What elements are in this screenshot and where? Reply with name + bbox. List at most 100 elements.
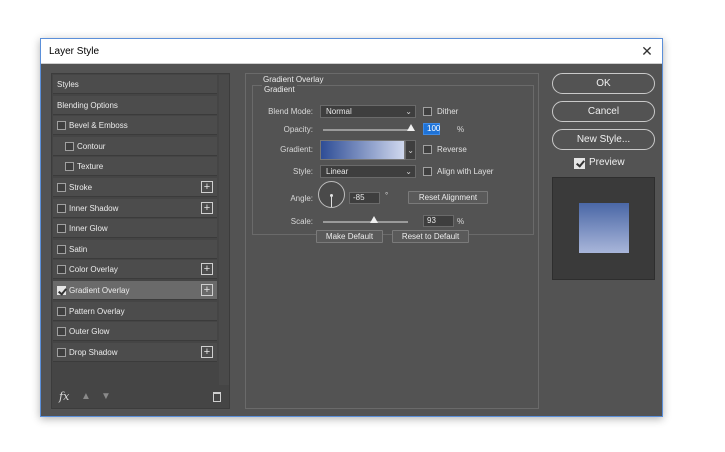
scale-input[interactable]: 93 [423, 215, 454, 227]
gradient-overlay-panel: Gradient Overlay Gradient Blend Mode: No… [245, 73, 539, 409]
add-effect-icon[interactable]: + [201, 284, 213, 296]
sidebar-item-label: Inner Shadow [69, 203, 119, 213]
move-down-icon[interactable]: ▼ [101, 391, 111, 402]
sidebar-item-blending-options[interactable]: Blending Options [53, 95, 217, 115]
dither-checkbox[interactable] [423, 107, 432, 116]
opacity-label: Opacity: [283, 125, 313, 134]
scale-label: Scale: [290, 217, 313, 226]
dither-label: Dither [437, 107, 459, 116]
sidebar-item-stroke[interactable]: Stroke + [53, 178, 217, 197]
cancel-button[interactable]: Cancel [552, 101, 655, 122]
sidebar-checkbox[interactable] [57, 224, 66, 234]
preview-swatch [579, 203, 629, 253]
dialog-title: Layer Style [49, 46, 100, 57]
chevron-down-icon: ⌄ [407, 146, 414, 155]
align-with-layer-label: Align with Layer [437, 167, 494, 176]
add-effect-icon[interactable]: + [201, 345, 213, 358]
sidebar-item-pattern-overlay[interactable]: Pattern Overlay [53, 301, 217, 321]
scale-slider-track[interactable] [323, 221, 408, 223]
ok-button[interactable]: OK [552, 73, 655, 94]
sidebar-item-label: Gradient Overlay [69, 286, 130, 295]
sidebar-checkbox[interactable] [57, 121, 66, 131]
sidebar-item-texture[interactable]: Texture [53, 157, 217, 177]
sidebar-item-gradient-overlay[interactable]: Gradient Overlay + [53, 281, 217, 300]
close-icon[interactable]: ✕ [638, 42, 656, 60]
chevron-down-icon: ⌄ [405, 167, 412, 176]
blend-mode-value: Normal [326, 107, 352, 116]
sidebar-scrollbar[interactable] [219, 75, 229, 385]
sidebar-item-label: Outer Glow [69, 327, 110, 337]
sidebar-item-label: Drop Shadow [69, 347, 118, 357]
sidebar-item-label: Color Overlay [69, 265, 118, 275]
align-with-layer-checkbox[interactable] [423, 167, 432, 176]
sidebar-checkbox[interactable] [57, 183, 66, 192]
sidebar-checkbox[interactable] [57, 286, 66, 295]
sidebar-footer: fx ▲ ▼ [53, 386, 229, 408]
style-label: Style: [292, 167, 313, 176]
angle-unit: ° [385, 191, 389, 200]
style-select[interactable]: Linear ⌄ [320, 165, 416, 178]
sidebar-item-drop-shadow[interactable]: Drop Shadow + [53, 342, 217, 362]
sidebar-checkbox[interactable] [65, 162, 74, 172]
sidebar-item-inner-shadow[interactable]: Inner Shadow + [53, 198, 217, 218]
section-title: Gradient Overlay [261, 75, 326, 84]
add-effect-icon[interactable]: + [201, 201, 213, 214]
opacity-input[interactable]: 100 [423, 123, 440, 135]
make-default-button[interactable]: Make Default [316, 230, 383, 243]
sidebar-item-label: Texture [77, 162, 104, 172]
opacity-slider-thumb[interactable] [407, 124, 415, 131]
chevron-down-icon: ⌄ [405, 107, 412, 116]
reverse-label: Reverse [437, 145, 467, 154]
angle-input[interactable]: -85 [349, 192, 380, 204]
sidebar-checkbox[interactable] [57, 347, 66, 357]
move-up-icon[interactable]: ▲ [81, 391, 91, 402]
sidebar-item-label: Bevel & Emboss [69, 121, 128, 131]
sidebar-item-bevel-emboss[interactable]: Bevel & Emboss [53, 116, 217, 136]
opacity-slider-track[interactable] [323, 129, 411, 131]
new-style-button[interactable]: New Style... [552, 129, 655, 150]
reverse-checkbox[interactable] [423, 145, 432, 154]
sidebar-item-color-overlay[interactable]: Color Overlay + [53, 260, 217, 280]
fx-icon[interactable]: fx [59, 390, 69, 403]
sidebar-item-label: Satin [69, 244, 88, 254]
preview-label: Preview [589, 157, 625, 168]
sidebar-checkbox[interactable] [65, 141, 74, 151]
sidebar-item-styles[interactable]: Styles [53, 75, 217, 94]
blend-mode-select[interactable]: Normal ⌄ [320, 105, 416, 118]
sidebar-checkbox[interactable] [57, 244, 66, 254]
gradient-group: Gradient Blend Mode: Normal ⌄ Dither Opa… [252, 85, 534, 235]
sidebar-item-label: Stroke [69, 183, 93, 192]
gradient-picker-swatch[interactable] [320, 140, 405, 160]
blend-mode-label: Blend Mode: [268, 107, 313, 116]
sidebar-item-label: Contour [77, 141, 106, 151]
title-bar: Layer Style ✕ [41, 39, 662, 64]
layer-style-dialog: Layer Style ✕ Styles Blending Options Beve… [40, 38, 663, 417]
angle-label: Angle: [290, 194, 313, 203]
add-effect-icon[interactable]: + [201, 181, 213, 193]
sidebar-item-contour[interactable]: Contour [53, 136, 217, 156]
angle-dial[interactable] [318, 181, 345, 208]
subsection-title: Gradient [262, 85, 297, 94]
sidebar-item-label: Inner Glow [69, 224, 108, 234]
style-preview [552, 177, 655, 280]
sidebar-item-label: Blending Options [57, 100, 118, 110]
sidebar-item-inner-glow[interactable]: Inner Glow [53, 219, 217, 239]
scale-unit: % [457, 217, 465, 226]
sidebar-item-label: Styles [57, 80, 79, 89]
scale-slider-thumb[interactable] [370, 216, 378, 223]
sidebar-item-label: Pattern Overlay [69, 306, 125, 316]
sidebar-checkbox[interactable] [57, 306, 66, 316]
sidebar-checkbox[interactable] [57, 327, 66, 337]
preview-checkbox[interactable] [574, 158, 585, 169]
sidebar-checkbox[interactable] [57, 265, 66, 275]
gradient-dropdown[interactable]: ⌄ [405, 140, 416, 160]
sidebar-checkbox[interactable] [57, 203, 66, 213]
style-value: Linear [326, 167, 349, 176]
sidebar-item-outer-glow[interactable]: Outer Glow [53, 322, 217, 342]
opacity-unit: % [457, 125, 465, 134]
add-effect-icon[interactable]: + [201, 263, 213, 276]
sidebar-item-satin[interactable]: Satin [53, 239, 217, 259]
reset-alignment-button[interactable]: Reset Alignment [408, 191, 488, 204]
trash-icon[interactable] [213, 392, 221, 402]
reset-to-default-button[interactable]: Reset to Default [392, 230, 469, 243]
